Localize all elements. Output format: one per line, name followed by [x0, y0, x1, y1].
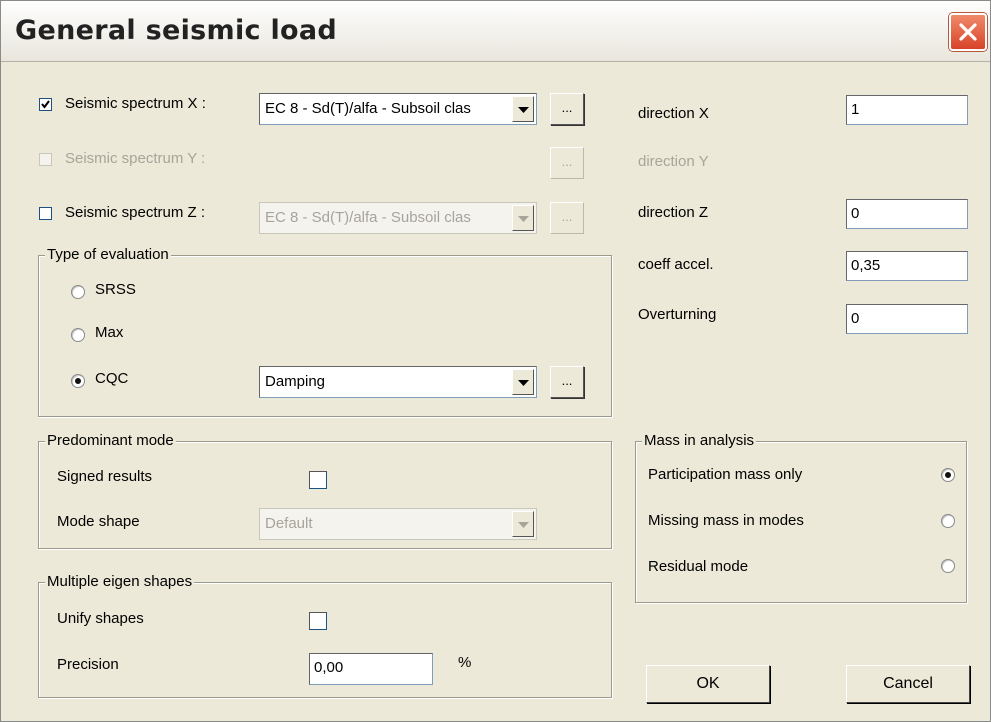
direction-x-input[interactable]: 1: [846, 95, 968, 125]
direction-y-label: direction Y: [638, 153, 709, 170]
spectrum-z-browse-button[interactable]: ...: [550, 202, 584, 234]
damping-browse-button[interactable]: ...: [550, 366, 584, 398]
unify-shapes-checkbox[interactable]: [309, 612, 327, 630]
direction-z-label: direction Z: [638, 204, 709, 221]
srss-label: SRSS: [95, 281, 136, 298]
dropdown-arrow-button[interactable]: [512, 96, 534, 122]
spectrum-y-label: Seismic spectrum Y :: [65, 150, 206, 167]
spectrum-x-label: Seismic spectrum X :: [65, 95, 206, 112]
cqc-label: CQC: [95, 370, 129, 387]
dialog-window: General seismic load Seismic spectrum X …: [0, 0, 991, 722]
chevron-down-icon: [518, 216, 529, 222]
coeff-accel-input[interactable]: 0,35: [846, 251, 968, 281]
radio-participation-mass[interactable]: [941, 468, 955, 482]
damping-select[interactable]: Damping: [259, 366, 537, 398]
radio-max[interactable]: [71, 328, 85, 342]
precision-label: Precision: [57, 656, 119, 673]
radio-residual-mode[interactable]: [941, 559, 955, 573]
dropdown-arrow-button[interactable]: [512, 369, 534, 395]
precision-input[interactable]: 0,00: [309, 653, 433, 685]
chevron-down-icon: [518, 522, 529, 528]
radio-srss[interactable]: [71, 285, 85, 299]
ok-button[interactable]: OK: [646, 665, 770, 703]
multiple-eigen-legend: Multiple eigen shapes: [45, 573, 195, 590]
spectrum-y-browse-button[interactable]: ...: [550, 147, 584, 179]
unify-shapes-label: Unify shapes: [57, 610, 144, 627]
chevron-down-icon: [518, 380, 529, 386]
participation-mass-label: Participation mass only: [648, 466, 803, 483]
evaluation-legend: Type of evaluation: [45, 246, 171, 263]
mode-shape-select[interactable]: Default: [259, 508, 537, 540]
chevron-down-icon: [518, 107, 529, 113]
spectrum-y-checkbox[interactable]: [39, 153, 52, 166]
spectrum-x-select[interactable]: EC 8 - Sd(T)/alfa - Subsoil clas: [259, 93, 537, 125]
direction-z-input[interactable]: 0: [846, 199, 968, 229]
missing-mass-label: Missing mass in modes: [648, 512, 804, 529]
cancel-button[interactable]: Cancel: [846, 665, 970, 703]
spectrum-x-checkbox[interactable]: [39, 98, 52, 111]
signed-results-checkbox[interactable]: [309, 471, 327, 489]
dialog-title: General seismic load: [15, 15, 338, 46]
radio-selected-dot: [75, 378, 81, 384]
spectrum-z-label: Seismic spectrum Z :: [65, 204, 206, 221]
close-icon: [959, 23, 977, 41]
radio-missing-mass[interactable]: [941, 514, 955, 528]
title-bar[interactable]: General seismic load: [1, 1, 990, 62]
max-label: Max: [95, 324, 124, 341]
precision-unit: %: [458, 654, 472, 671]
spectrum-z-value: EC 8 - Sd(T)/alfa - Subsoil clas: [265, 209, 471, 226]
signed-results-label: Signed results: [57, 468, 153, 485]
overturning-label: Overturning: [638, 306, 717, 323]
predominant-mode-legend: Predominant mode: [45, 432, 176, 449]
coeff-accel-label: coeff accel.: [638, 256, 714, 273]
radio-cqc[interactable]: [71, 374, 85, 388]
dropdown-arrow-button[interactable]: [512, 205, 534, 231]
close-button[interactable]: [949, 13, 987, 51]
overturning-input[interactable]: 0: [846, 304, 968, 334]
mode-shape-value: Default: [265, 515, 313, 532]
residual-mode-label: Residual mode: [648, 558, 749, 575]
damping-value: Damping: [265, 373, 326, 390]
spectrum-x-value: EC 8 - Sd(T)/alfa - Subsoil clas: [265, 100, 471, 117]
spectrum-z-select[interactable]: EC 8 - Sd(T)/alfa - Subsoil clas: [259, 202, 537, 234]
spectrum-x-browse-button[interactable]: ...: [550, 93, 584, 125]
spectrum-z-checkbox[interactable]: [39, 207, 52, 220]
mode-shape-label: Mode shape: [57, 513, 140, 530]
radio-selected-dot: [945, 472, 951, 478]
mass-analysis-legend: Mass in analysis: [642, 432, 757, 449]
check-icon: [41, 100, 50, 109]
dropdown-arrow-button[interactable]: [512, 511, 534, 537]
direction-x-label: direction X: [638, 105, 709, 122]
